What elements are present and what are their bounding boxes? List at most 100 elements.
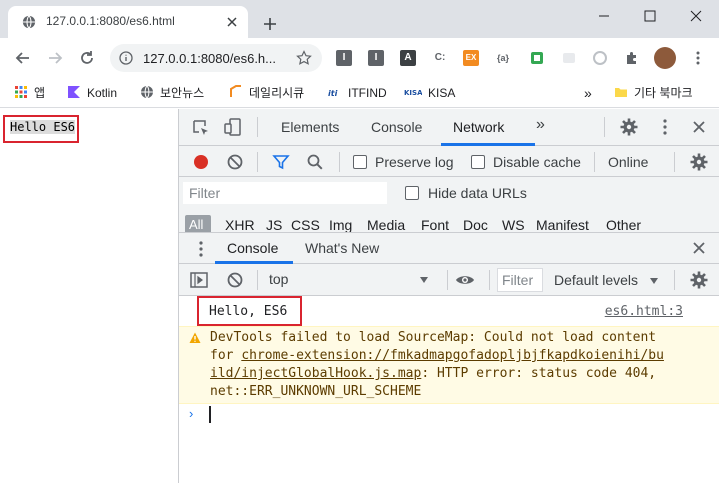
separator (257, 117, 258, 137)
drawer-tabbar: Console What's New (179, 232, 719, 264)
sourcemap-url-link[interactable]: chrome-extension://fmkadmapgofadopljbjfk… (241, 348, 664, 363)
info-icon[interactable] (119, 51, 133, 65)
drawer-tab-console[interactable]: Console (227, 240, 278, 256)
type-filter-css[interactable]: CSS (291, 217, 320, 232)
new-tab-icon[interactable] (262, 16, 278, 32)
avatar[interactable] (654, 47, 676, 69)
context-value: top (269, 271, 289, 287)
context-selector[interactable]: top (261, 268, 439, 292)
bookmark-label: Kotlin (87, 86, 118, 100)
extension-icon[interactable]: I (336, 50, 352, 66)
extension-circle-icon[interactable] (592, 50, 608, 66)
disable-cache-checkbox[interactable] (471, 155, 485, 169)
warning-text-line2: for chrome-extension://fmkadmapgofadoplj… (210, 348, 664, 363)
settings-gear-icon[interactable] (619, 117, 639, 137)
clear-console-icon[interactable] (225, 270, 245, 290)
console-source-link[interactable]: es6.html:3 (605, 304, 683, 319)
hide-data-urls-checkbox[interactable] (405, 186, 419, 200)
preserve-log-checkbox[interactable] (353, 155, 367, 169)
menu-dots-icon[interactable] (690, 50, 706, 66)
separator (674, 270, 675, 290)
tab-console[interactable]: Console (371, 119, 422, 135)
browser-toolbar: 127.0.0.1:8080/es6.h... (0, 38, 719, 78)
separator (674, 152, 675, 172)
type-filter-font[interactable]: Font (421, 217, 449, 232)
console-warning-entry: DevTools failed to load SourceMap: Could… (179, 326, 719, 404)
preserve-log-label: Preserve log (375, 154, 454, 170)
type-filter-all[interactable]: All (185, 215, 211, 232)
close-tab-icon[interactable] (224, 14, 240, 30)
sourcemap-url-link-continued[interactable]: ild/injectGlobalHook.js.map (210, 366, 421, 381)
warning-text-line3: ild/injectGlobalHook.js.map: HTTP error:… (210, 366, 656, 381)
page-viewport: Hello ES6 (0, 109, 178, 483)
dailysecu-logo-icon (230, 85, 241, 97)
page-text: Hello ES6 (10, 120, 76, 134)
close-drawer-icon[interactable] (689, 238, 709, 258)
type-filter-media[interactable]: Media (367, 217, 405, 232)
puzzle-icon[interactable] (624, 50, 640, 66)
more-tabs-button[interactable]: » (536, 116, 545, 134)
separator (604, 117, 605, 137)
extension-icon[interactable]: I (368, 50, 384, 66)
extension-icon[interactable]: A (400, 50, 416, 66)
drawer-menu-icon[interactable] (191, 239, 211, 259)
bookmark-boannews[interactable]: 보안뉴스 (140, 84, 204, 102)
dropdown-arrow-icon (420, 277, 428, 283)
extension-grey-icon[interactable] (561, 50, 577, 66)
extension-icon[interactable]: EX (463, 50, 479, 66)
device-toolbar-icon[interactable] (223, 117, 243, 137)
devtools-menu-icon[interactable] (655, 117, 675, 137)
log-levels-select[interactable]: Default levels (554, 272, 638, 288)
console-settings-gear-icon[interactable] (689, 270, 709, 290)
resource-type-filters: All XHR JS CSS Img Media Font Doc WS Man… (179, 207, 719, 232)
inspect-element-icon[interactable] (191, 118, 211, 138)
bookmark-itfind[interactable]: iti ITFIND (328, 84, 387, 102)
back-arrow-icon[interactable] (14, 49, 32, 67)
search-icon[interactable] (305, 152, 325, 172)
devtools-panel: Elements Console Network » Preserve log … (178, 109, 719, 483)
address-bar[interactable]: 127.0.0.1:8080/es6.h... (110, 44, 322, 72)
type-filter-doc[interactable]: Doc (463, 217, 488, 232)
globe-icon (22, 15, 36, 29)
bookmark-kisa[interactable]: KISA KISA (404, 84, 455, 102)
show-sidebar-icon[interactable] (189, 270, 209, 290)
bookmark-apps[interactable]: 앱 (14, 84, 45, 102)
close-window-icon[interactable] (686, 6, 706, 26)
clear-icon[interactable] (225, 152, 245, 172)
separator (489, 270, 490, 290)
type-filter-js[interactable]: JS (266, 217, 282, 232)
tab-elements[interactable]: Elements (281, 119, 339, 135)
browser-tab[interactable]: 127.0.0.1:8080/es6.html (8, 6, 248, 38)
bookmarks-overflow[interactable]: » (584, 84, 592, 102)
itfind-logo-icon: iti (328, 89, 338, 98)
bookmark-label: KISA (428, 86, 456, 100)
throttling-select[interactable]: Online (608, 154, 648, 170)
minimize-icon[interactable] (594, 6, 614, 26)
tab-network[interactable]: Network (453, 119, 504, 135)
reload-icon[interactable] (78, 49, 96, 67)
bookmark-star-icon[interactable] (296, 50, 312, 66)
extension-icon[interactable]: {a} (495, 50, 511, 66)
type-filter-manifest[interactable]: Manifest (536, 217, 589, 232)
live-expression-eye-icon[interactable] (455, 270, 475, 290)
network-settings-gear-icon[interactable] (689, 152, 709, 172)
extension-green-icon[interactable] (529, 50, 545, 66)
forward-arrow-icon[interactable] (46, 49, 64, 67)
type-filter-ws[interactable]: WS (502, 217, 525, 232)
record-icon[interactable] (191, 152, 211, 172)
close-devtools-icon[interactable] (689, 117, 709, 137)
extension-icon[interactable]: C: (432, 50, 448, 66)
type-filter-xhr[interactable]: XHR (225, 217, 255, 232)
bookmark-kotlin[interactable]: Kotlin (67, 84, 117, 102)
console-input-caret[interactable] (209, 406, 211, 423)
maximize-icon[interactable] (640, 6, 660, 26)
bookmark-dailysecu[interactable]: 데일리시큐 (229, 84, 304, 102)
type-filter-img[interactable]: Img (329, 217, 352, 232)
console-filter-input[interactable]: Filter (497, 268, 543, 292)
filter-funnel-icon[interactable] (271, 152, 291, 172)
bookmark-other-folder[interactable]: 기타 북마크 (614, 84, 693, 102)
type-filter-other[interactable]: Other (606, 217, 641, 232)
kisa-logo-icon: KISA (404, 89, 422, 97)
drawer-tab-whats-new[interactable]: What's New (305, 240, 379, 256)
network-filter-input[interactable]: Filter (183, 182, 387, 204)
